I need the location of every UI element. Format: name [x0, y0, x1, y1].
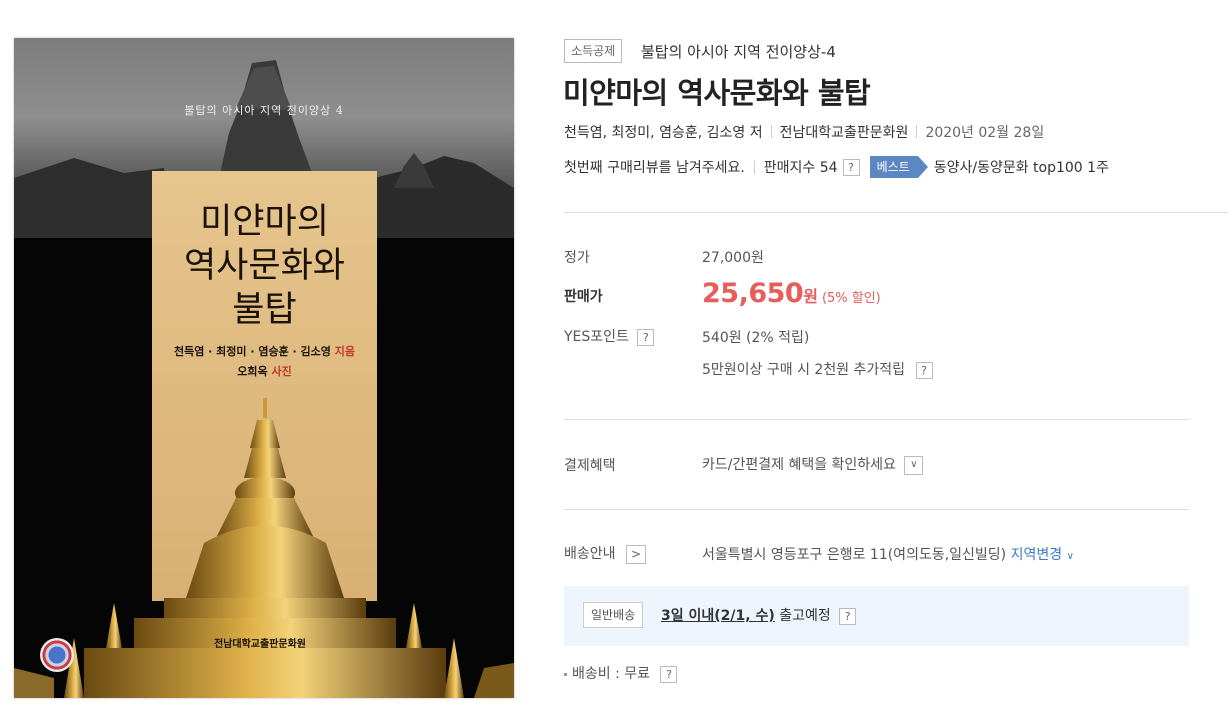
points-label-row: YES포인트 ? — [564, 326, 655, 346]
review-link[interactable]: 첫번째 구매리뷰를 남겨주세요. — [564, 157, 745, 177]
cover-golden-pagoda — [14, 398, 514, 698]
chevron-down-icon: ∨ — [1066, 551, 1074, 562]
sale-price-row: 25,650원 (5% 할인) — [702, 278, 881, 309]
divider — [564, 509, 1189, 510]
cover-seal-icon — [40, 638, 74, 672]
sales-index: 판매지수 54 — [763, 160, 838, 176]
delivery-address: 서울특별시 영등포구 은행로 11(여의도동,일신빌딩) — [702, 547, 1007, 563]
bonus-help-icon[interactable]: ? — [915, 361, 933, 379]
list-price-value: 27,000원 — [702, 250, 764, 266]
sale-price-label: 판매가 — [564, 289, 603, 305]
publish-date: 2020년 02월 28일 — [925, 125, 1045, 141]
payment-benefit-text[interactable]: 카드/간편결제 혜택을 확인하세요 — [702, 457, 896, 473]
shipping-status: 출고예정 — [779, 608, 831, 624]
sale-price-value: 25,650 — [702, 278, 804, 309]
cover-publisher: 전남대학교출판문화원 — [214, 639, 306, 650]
delivery-label: 배송안내 — [564, 546, 616, 562]
divider — [770, 125, 772, 138]
book-meta: 천득염, 최정미, 염승훈, 김소영 저 전남대학교출판문화원 2020년 02월 … — [564, 122, 1044, 142]
sale-price-unit: 원 — [803, 287, 818, 306]
tax-deduction-badge: 소득공제 — [564, 39, 623, 63]
sales-index-help-icon[interactable]: ? — [842, 158, 860, 176]
discount-rate: (5% 할인) — [821, 291, 881, 306]
list-price-label: 정가 — [564, 250, 590, 266]
shipping-type-tag: 일반배송 — [583, 602, 644, 628]
points-value: 540원 (2% 적립) — [702, 330, 810, 346]
points-label: YES포인트 — [564, 329, 629, 345]
change-region-link[interactable]: 지역변경 ∨ — [1011, 547, 1074, 563]
authors-link[interactable]: 천득염, 최정미, 염승훈, 김소영 저 — [564, 125, 763, 141]
delivery-label-row: 배송안내 > — [564, 543, 646, 564]
chevron-down-icon[interactable]: ∨ — [904, 455, 924, 475]
bonus-points-row: 5만원이상 구매 시 2천원 추가적립 ? — [702, 359, 933, 379]
best-rank-link[interactable]: 동양사/동양문화 top100 1주 — [934, 157, 1109, 177]
points-help-icon[interactable]: ? — [637, 328, 655, 346]
shipping-help-icon[interactable]: ? — [839, 607, 857, 625]
shipping-fee: 배송비 : 무료 — [572, 666, 651, 682]
shipping-fee-row: 배송비 : 무료 ? — [564, 663, 678, 683]
delivery-address-row: 서울특별시 영등포구 은행로 11(여의도동,일신빌딩) 지역변경 ∨ — [702, 544, 1074, 564]
shipping-fee-help-icon[interactable]: ? — [660, 665, 678, 683]
product-title: 미얀마의 역사문화와 불탑 — [563, 76, 871, 110]
review-sales-row: 첫번째 구매리뷰를 남겨주세요. 판매지수 54 ? 베스트 동양사/동양문화 … — [564, 156, 1109, 178]
payment-benefit-row: 카드/간편결제 혜택을 확인하세요 ∨ — [702, 454, 924, 475]
divider — [753, 160, 755, 174]
publisher-link[interactable]: 전남대학교출판문화원 — [780, 125, 909, 141]
chevron-right-icon[interactable]: > — [625, 544, 646, 564]
divider — [916, 125, 918, 138]
best-badge: 베스트 — [869, 156, 928, 178]
shipping-info-box: 일반배송 3일 이내(2/1, 수) 출고예정 ? — [564, 586, 1189, 646]
divider — [564, 212, 1228, 213]
shipping-eta: 3일 이내(2/1, 수) 출고예정 ? — [661, 605, 857, 625]
book-cover-image[interactable]: 불탑의 아시아 지역 전이양상 4 미얀마의 역사문화와 불탑 천득염 · 최정… — [14, 38, 514, 698]
bullet-icon — [564, 672, 567, 676]
series-link[interactable]: 불탑의 아시아 지역 전이양상-4 — [641, 41, 836, 62]
divider — [564, 419, 1189, 420]
bonus-points-text: 5만원이상 구매 시 2천원 추가적립 — [702, 362, 906, 378]
payment-label: 결제혜택 — [564, 458, 616, 474]
shipping-date[interactable]: 3일 이내(2/1, 수) — [661, 608, 775, 624]
